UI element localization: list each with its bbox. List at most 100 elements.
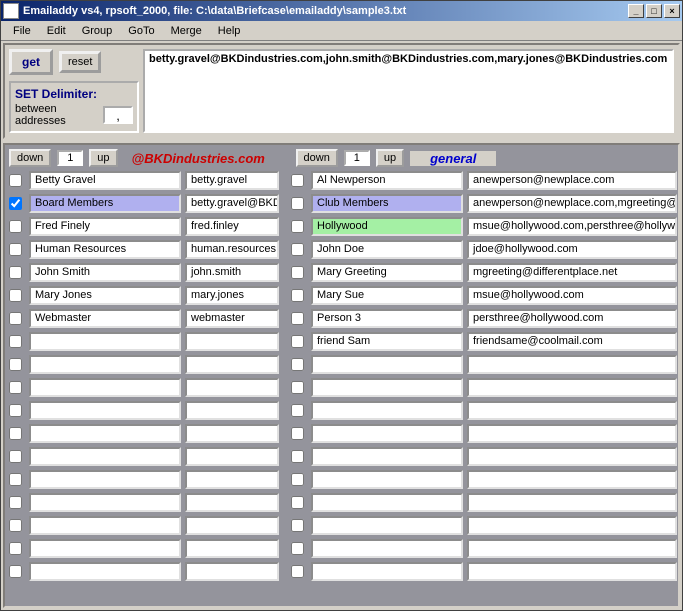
row-right-name[interactable] xyxy=(311,424,463,443)
row-right-checkbox[interactable] xyxy=(291,542,304,555)
row-right-name[interactable] xyxy=(311,378,463,397)
output-textarea[interactable]: betty.gravel@BKDindustries.com,john.smit… xyxy=(143,49,674,133)
row-left-address[interactable]: webmaster xyxy=(185,309,279,328)
row-left-name[interactable] xyxy=(29,493,181,512)
row-left-checkbox[interactable] xyxy=(9,358,22,371)
row-left-checkbox[interactable] xyxy=(9,381,22,394)
row-left-checkbox[interactable] xyxy=(9,266,22,279)
row-left-checkbox[interactable] xyxy=(9,542,22,555)
row-right-name[interactable] xyxy=(311,470,463,489)
row-left-address[interactable] xyxy=(185,355,279,374)
row-left-name[interactable]: Webmaster xyxy=(29,309,181,328)
row-right-checkbox[interactable] xyxy=(291,174,304,187)
row-left-checkbox[interactable] xyxy=(9,496,22,509)
row-left-checkbox[interactable] xyxy=(9,427,22,440)
row-left-address[interactable]: fred.finley xyxy=(185,217,279,236)
row-right-checkbox[interactable] xyxy=(291,266,304,279)
left-page-input[interactable] xyxy=(57,150,83,166)
row-right-checkbox[interactable] xyxy=(291,289,304,302)
row-right-address[interactable]: mgreeting@differentplace.net xyxy=(467,263,677,282)
row-right-address[interactable]: msue@hollywood.com,persthree@hollywood xyxy=(467,217,677,236)
row-left-address[interactable] xyxy=(185,562,279,581)
row-left-name[interactable] xyxy=(29,332,181,351)
row-left-address[interactable] xyxy=(185,516,279,535)
row-right-checkbox[interactable] xyxy=(291,404,304,417)
menu-goto[interactable]: GoTo xyxy=(120,23,162,39)
row-left-address[interactable]: john.smith xyxy=(185,263,279,282)
row-left-checkbox[interactable] xyxy=(9,174,22,187)
row-right-address[interactable] xyxy=(467,493,677,512)
row-right-address[interactable] xyxy=(467,424,677,443)
left-down-button[interactable]: down xyxy=(9,149,51,167)
row-left-name[interactable] xyxy=(29,424,181,443)
row-right-address[interactable] xyxy=(467,447,677,466)
menu-edit[interactable]: Edit xyxy=(39,23,74,39)
row-right-checkbox[interactable] xyxy=(291,473,304,486)
row-right-address[interactable] xyxy=(467,562,677,581)
row-left-checkbox[interactable] xyxy=(9,565,22,578)
row-left-address[interactable]: betty.gravel@BKDi xyxy=(185,194,279,213)
row-right-checkbox[interactable] xyxy=(291,197,304,210)
row-left-checkbox[interactable] xyxy=(9,243,22,256)
row-right-address[interactable] xyxy=(467,355,677,374)
row-left-name[interactable]: Betty Gravel xyxy=(29,171,181,190)
row-right-checkbox[interactable] xyxy=(291,335,304,348)
row-left-name[interactable]: Human Resources xyxy=(29,240,181,259)
row-left-checkbox[interactable] xyxy=(9,473,22,486)
row-left-checkbox[interactable] xyxy=(9,404,22,417)
row-right-name[interactable]: Mary Sue xyxy=(311,286,463,305)
row-right-name[interactable]: Hollywood xyxy=(311,217,463,236)
row-right-name[interactable]: Person 3 xyxy=(311,309,463,328)
row-right-checkbox[interactable] xyxy=(291,450,304,463)
row-right-checkbox[interactable] xyxy=(291,496,304,509)
row-right-name[interactable]: friend Sam xyxy=(311,332,463,351)
row-left-name[interactable] xyxy=(29,539,181,558)
row-right-checkbox[interactable] xyxy=(291,427,304,440)
row-left-name[interactable] xyxy=(29,447,181,466)
row-left-checkbox[interactable] xyxy=(9,335,22,348)
row-right-name[interactable] xyxy=(311,401,463,420)
row-right-name[interactable]: John Doe xyxy=(311,240,463,259)
row-left-address[interactable]: betty.gravel xyxy=(185,171,279,190)
row-right-address[interactable] xyxy=(467,401,677,420)
row-left-name[interactable] xyxy=(29,562,181,581)
row-left-address[interactable] xyxy=(185,332,279,351)
minimize-button[interactable]: _ xyxy=(628,4,644,18)
row-right-address[interactable]: persthree@hollywood.com xyxy=(467,309,677,328)
row-left-address[interactable] xyxy=(185,401,279,420)
row-right-address[interactable]: anewperson@newplace.com,mgreeting@dif xyxy=(467,194,677,213)
row-right-name[interactable] xyxy=(311,355,463,374)
row-right-address[interactable] xyxy=(467,539,677,558)
row-right-name[interactable]: Mary Greeting xyxy=(311,263,463,282)
row-right-checkbox[interactable] xyxy=(291,243,304,256)
get-button[interactable]: get xyxy=(9,49,53,75)
row-right-address[interactable] xyxy=(467,470,677,489)
row-right-name[interactable] xyxy=(311,539,463,558)
row-left-address[interactable] xyxy=(185,539,279,558)
menu-file[interactable]: File xyxy=(5,23,39,39)
row-right-name[interactable] xyxy=(311,493,463,512)
row-left-address[interactable]: mary.jones xyxy=(185,286,279,305)
row-left-name[interactable]: Mary Jones xyxy=(29,286,181,305)
right-page-input[interactable] xyxy=(344,150,370,166)
row-left-checkbox[interactable] xyxy=(9,220,22,233)
row-left-address[interactable] xyxy=(185,470,279,489)
right-down-button[interactable]: down xyxy=(296,149,338,167)
row-left-checkbox[interactable] xyxy=(9,197,22,210)
menu-group[interactable]: Group xyxy=(74,23,121,39)
row-right-address[interactable]: jdoe@hollywood.com xyxy=(467,240,677,259)
row-right-checkbox[interactable] xyxy=(291,220,304,233)
menu-help[interactable]: Help xyxy=(210,23,249,39)
row-left-name[interactable] xyxy=(29,378,181,397)
row-right-address[interactable]: anewperson@newplace.com xyxy=(467,171,677,190)
row-left-checkbox[interactable] xyxy=(9,289,22,302)
row-right-checkbox[interactable] xyxy=(291,358,304,371)
menu-merge[interactable]: Merge xyxy=(163,23,210,39)
row-left-address[interactable] xyxy=(185,493,279,512)
row-right-address[interactable]: msue@hollywood.com xyxy=(467,286,677,305)
row-right-checkbox[interactable] xyxy=(291,312,304,325)
left-up-button[interactable]: up xyxy=(89,149,117,167)
row-right-name[interactable] xyxy=(311,447,463,466)
row-right-address[interactable] xyxy=(467,378,677,397)
row-right-name[interactable] xyxy=(311,516,463,535)
